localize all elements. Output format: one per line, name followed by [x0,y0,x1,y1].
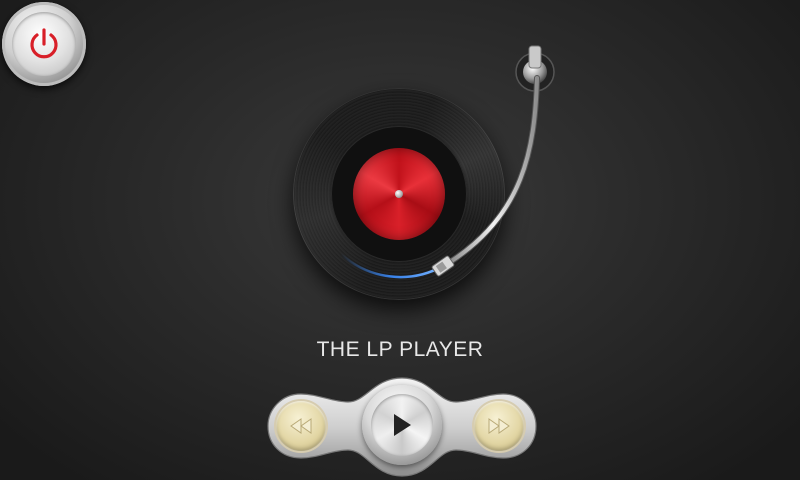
app-title: THE LP PLAYER [316,338,484,361]
play-button-ring [362,385,442,465]
play-button-face [371,394,433,456]
power-button[interactable] [2,2,86,86]
lp-player-screen: THE LP PLAYER [0,0,800,480]
play-button[interactable] [362,385,442,465]
turntable [285,40,565,310]
tonearm[interactable] [285,40,565,310]
playback-controls [266,372,538,480]
next-button[interactable] [474,401,524,451]
previous-button[interactable] [276,401,326,451]
next-button-face [474,401,524,451]
previous-button-face [276,401,326,451]
play-icon [394,414,411,436]
next-icon [488,418,510,434]
previous-icon [290,418,312,434]
power-icon [30,28,58,59]
